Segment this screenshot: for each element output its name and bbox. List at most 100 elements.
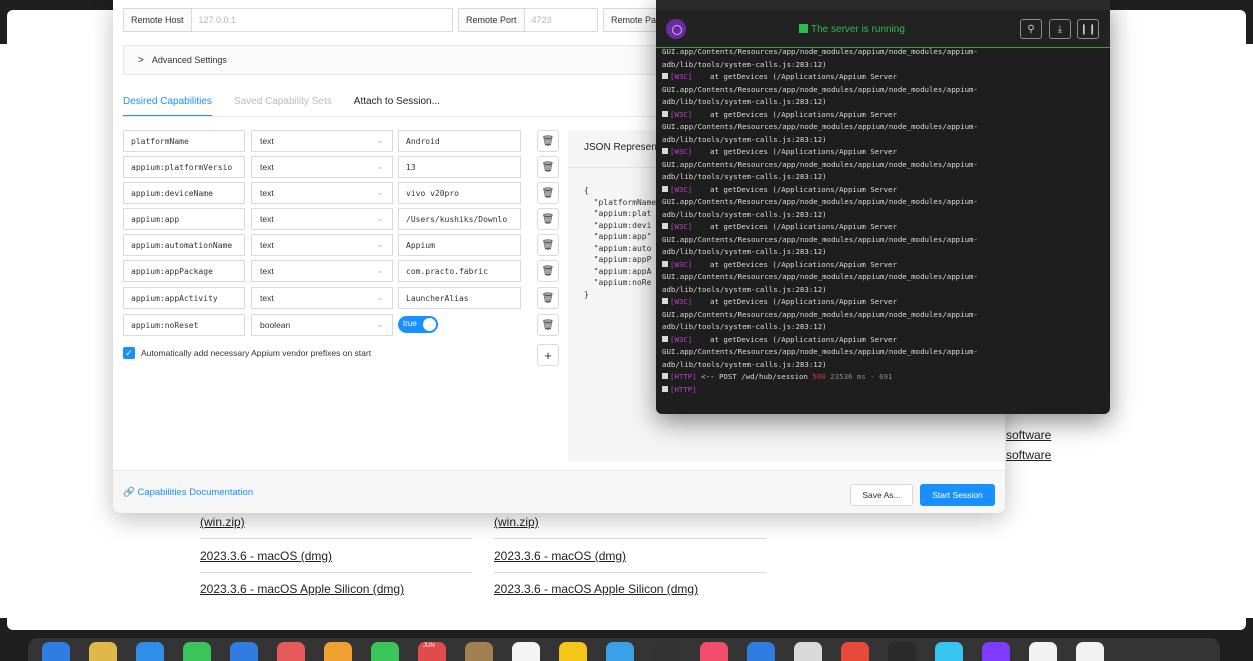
capability-name-input[interactable]: appium:platformVersio [123, 156, 245, 178]
log-line: [W3C] at getDevices (/Applications/Appiu… [662, 259, 1107, 272]
trash-icon[interactable]: 🗑 [537, 208, 559, 230]
capability-type-select[interactable]: text ⌄ [251, 156, 393, 178]
calendar-month: JUN [423, 643, 435, 649]
dock-app-icon[interactable] [794, 642, 822, 661]
log-line: adb/lib/tools/system-calls.js:283:12) [662, 96, 1107, 109]
capability-value-input[interactable]: 13 [398, 156, 521, 178]
boolean-toggle[interactable]: true [398, 316, 438, 333]
dock-app-icon[interactable] [136, 642, 164, 661]
pause-icon[interactable]: ❙❙ [1077, 19, 1099, 39]
tab-saved-capability-sets[interactable]: Saved Capability Sets [234, 96, 332, 117]
dock-app-icon[interactable] [277, 642, 305, 661]
dock-app-icon[interactable] [1076, 642, 1104, 661]
download-link[interactable]: 2023.3.6 - macOS (dmg) [200, 549, 332, 563]
capability-value-input[interactable]: Android [398, 130, 521, 152]
capability-type-value: text [260, 188, 274, 198]
download-link[interactable]: 2023.3.6 - macOS Apple Silicon (dmg) [200, 582, 404, 596]
trash-icon[interactable]: 🗑 [537, 287, 559, 309]
capability-name-input[interactable]: appium:app [123, 208, 245, 230]
capability-value-input[interactable]: vivo v20pro [398, 182, 521, 204]
software-link[interactable]: software [1006, 448, 1051, 462]
capability-type-select[interactable]: text ⌄ [251, 208, 393, 230]
json-line: "appium:appP [584, 255, 652, 264]
software-link[interactable]: software [1006, 428, 1051, 442]
vendor-prefix-option[interactable]: ✓ Automatically add necessary Appium ven… [123, 347, 371, 359]
log-text: GUI.app/Contents/Resources/app/node_modu… [662, 234, 978, 244]
trash-icon[interactable]: 🗑 [537, 234, 559, 256]
log-line: [W3C] at getDevices (/Applications/Appiu… [662, 334, 1107, 347]
remote-host-field[interactable]: Remote Host 127.0.0.1 [123, 8, 453, 32]
trash-icon[interactable]: 🗑 [537, 130, 559, 152]
dock-app-icon[interactable] [653, 642, 681, 661]
dock-app-icon[interactable] [606, 642, 634, 661]
remote-port-field[interactable]: Remote Port 4723 [458, 8, 598, 32]
trash-icon[interactable]: 🗑 [537, 156, 559, 178]
trash-icon[interactable]: 🗑 [537, 314, 559, 336]
log-level-icon [662, 298, 668, 304]
add-capability-button[interactable]: + [537, 344, 559, 366]
dock-app-icon[interactable] [42, 642, 70, 661]
capability-type-select[interactable]: text ⌄ [251, 130, 393, 152]
download-link[interactable]: 2023.3.6 - macOS (dmg) [494, 549, 626, 563]
log-line: [W3C] at getDevices (/Applications/Appiu… [662, 184, 1107, 197]
log-line: GUI.app/Contents/Resources/app/node_modu… [662, 46, 1107, 59]
dock-app-icon[interactable] [371, 642, 399, 661]
advanced-settings-label: Advanced Settings [151, 55, 227, 65]
dock-app-icon[interactable] [465, 642, 493, 661]
dock-app-icon[interactable] [841, 642, 869, 661]
log-text: at getDevices (/Applications/Appium Serv… [692, 184, 897, 194]
dock-app-icon[interactable]: JUN [418, 642, 446, 661]
capability-value-input[interactable]: Appium [398, 234, 521, 256]
capability-value-input[interactable]: com.practo.fabric [398, 260, 521, 282]
trash-icon[interactable]: 🗑 [537, 260, 559, 282]
chevron-down-icon: ⌄ [376, 319, 384, 329]
dock-app-icon[interactable] [89, 642, 117, 661]
capability-name-input[interactable]: appium:appActivity [123, 287, 245, 309]
dock-app-icon[interactable] [982, 642, 1010, 661]
download-link[interactable]: 2023.3.6 - macOS Apple Silicon (dmg) [494, 582, 698, 596]
capabilities-docs-link[interactable]: 🔗 Capabilities Documentation [123, 487, 253, 498]
remote-host-input[interactable]: 127.0.0.1 [192, 15, 244, 25]
dock-app-icon[interactable] [512, 642, 540, 661]
log-text: adb/lib/tools/system-calls.js:283:12) [662, 247, 827, 256]
dock-app-icon[interactable] [324, 642, 352, 661]
dock-app-icon[interactable] [935, 642, 963, 661]
json-line: "appium:appA [584, 266, 652, 276]
log-text: at getDevices (/Applications/Appium Serv… [692, 222, 897, 231]
dock-app-icon[interactable] [747, 642, 775, 661]
capability-type-select[interactable]: text ⌄ [251, 287, 393, 309]
capability-type-select[interactable]: boolean ⌄ [251, 314, 393, 336]
trash-icon[interactable]: 🗑 [537, 182, 559, 204]
json-line: "appium:auto [584, 243, 652, 253]
download-icon[interactable]: ⤓ [1049, 19, 1071, 39]
tab-desired-capabilities[interactable]: Desired Capabilities [123, 96, 212, 117]
capability-name-input[interactable]: appium:deviceName [123, 182, 245, 204]
tab-attach-to-session[interactable]: Attach to Session... [354, 96, 440, 117]
start-session-button[interactable]: Start Session [920, 484, 995, 506]
capability-name-input[interactable]: platformName [123, 130, 245, 152]
dock-app-icon[interactable] [700, 642, 728, 661]
dock-app-icon[interactable] [888, 642, 916, 661]
capability-name-input[interactable]: appium:noReset [123, 314, 245, 336]
checkbox-checked-icon[interactable]: ✓ [123, 347, 135, 359]
log-level-icon [662, 73, 668, 79]
capability-value-input[interactable]: LauncherAlias [398, 287, 521, 309]
download-link[interactable]: (win.zip) [494, 515, 539, 529]
log-text: at getDevices (/Applications/Appium Serv… [692, 72, 897, 81]
download-link[interactable]: (win.zip) [200, 515, 245, 529]
capability-type-select[interactable]: text ⌄ [251, 260, 393, 282]
save-as-button[interactable]: Save As... [850, 484, 913, 506]
capability-name-input[interactable]: appium:automationName [123, 234, 245, 256]
dock-app-icon[interactable] [230, 642, 258, 661]
log-tag: [W3C] [670, 147, 693, 156]
dock-app-icon[interactable] [559, 642, 587, 661]
capability-type-select[interactable]: text ⌄ [251, 182, 393, 204]
capability-name-input[interactable]: appium:appPackage [123, 260, 245, 282]
capability-type-select[interactable]: text ⌄ [251, 234, 393, 256]
search-icon[interactable]: ⚲ [1020, 19, 1042, 39]
dock-app-icon[interactable] [183, 642, 211, 661]
capability-value-input[interactable]: /Users/kushiks/Downlo [398, 208, 521, 230]
dock-app-icon[interactable] [1029, 642, 1057, 661]
remote-port-input[interactable]: 4723 [525, 15, 559, 25]
log-tag: [W3C] [670, 109, 693, 119]
